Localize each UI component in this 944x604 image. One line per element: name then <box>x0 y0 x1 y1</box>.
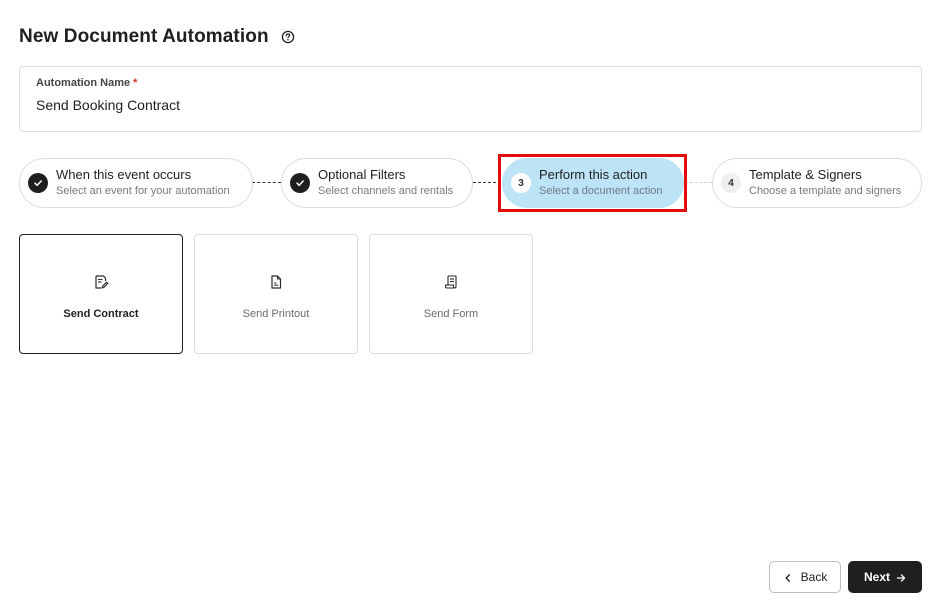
automation-stepper: When this event occurs Select an event f… <box>19 158 922 208</box>
card-label: Send Printout <box>242 308 310 320</box>
document-icon <box>268 274 284 290</box>
form-icon <box>443 274 459 290</box>
step-title: Optional Filters <box>318 167 406 182</box>
back-button-label: Back <box>800 570 828 584</box>
automation-name-input[interactable] <box>36 97 896 113</box>
step-connector <box>685 182 712 183</box>
step-number-badge: 3 <box>511 173 531 193</box>
page-header: New Document Automation <box>19 26 295 48</box>
step-subtitle: Choose a template and signers <box>749 185 902 197</box>
step-subtitle: Select a document action <box>539 185 663 197</box>
step-subtitle: Select an event for your automation <box>56 185 230 197</box>
step-subtitle: Select channels and rentals <box>318 185 454 197</box>
step-number-badge: 4 <box>721 173 741 193</box>
card-label: Send Contract <box>63 308 139 320</box>
send-form-card[interactable]: Send Form <box>369 234 533 354</box>
step-check-badge <box>28 173 48 193</box>
step-number: 3 <box>518 177 524 189</box>
automation-name-label: Automation Name * <box>36 77 905 89</box>
step-when-event-occurs[interactable]: When this event occurs Select an event f… <box>19 158 253 208</box>
automation-name-field: Automation Name * <box>19 66 922 132</box>
arrow-right-icon <box>896 572 906 582</box>
step-connector <box>252 182 281 183</box>
send-contract-card[interactable]: Send Contract <box>19 234 183 354</box>
required-asterisk: * <box>133 77 138 89</box>
chevron-left-icon <box>783 572 793 582</box>
step-title: Perform this action <box>539 167 648 182</box>
automation-name-label-text: Automation Name <box>36 77 131 89</box>
step-optional-filters[interactable]: Optional Filters Select channels and ren… <box>281 158 473 208</box>
step-number: 4 <box>728 177 734 189</box>
page-title: New Document Automation <box>19 26 269 47</box>
back-button[interactable]: Back <box>769 561 841 593</box>
next-button-label: Next <box>863 570 890 584</box>
step-perform-action[interactable]: 3 Perform this action Select a document … <box>502 158 684 208</box>
check-icon <box>296 180 304 187</box>
help-circle-icon[interactable] <box>281 30 295 44</box>
step-check-badge <box>290 173 310 193</box>
step-connector <box>473 182 501 183</box>
card-label: Send Form <box>423 308 479 320</box>
step-title: When this event occurs <box>56 167 192 182</box>
next-button[interactable]: Next <box>848 561 922 593</box>
check-icon <box>34 180 42 187</box>
step-template-signers[interactable]: 4 Template & Signers Choose a template a… <box>712 158 922 208</box>
action-cards: Send Contract Send Printout Send Form <box>19 234 544 354</box>
step-title: Template & Signers <box>749 167 862 182</box>
send-printout-card[interactable]: Send Printout <box>194 234 358 354</box>
contract-edit-icon <box>93 274 109 290</box>
